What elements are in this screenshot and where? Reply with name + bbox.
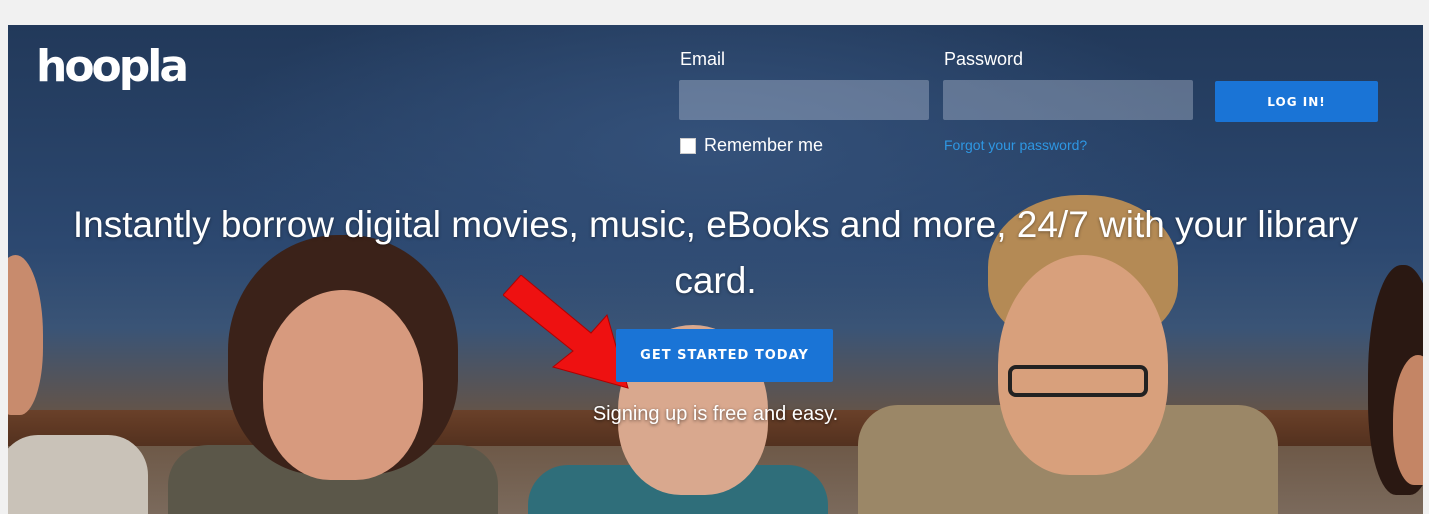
remember-me[interactable]: Remember me	[680, 135, 823, 156]
background-face-woman	[263, 290, 423, 480]
password-input[interactable]	[943, 80, 1193, 120]
password-label: Password	[944, 49, 1024, 69]
get-started-button[interactable]: GET STARTED TODAY	[616, 329, 833, 382]
background-person-left	[8, 435, 148, 514]
remember-me-checkbox[interactable]	[680, 137, 696, 154]
email-input[interactable]	[679, 80, 929, 120]
forgot-password-link[interactable]: Forgot your password?	[944, 137, 1087, 153]
login-button[interactable]: LOG IN!	[1215, 81, 1378, 122]
hero-headline: Instantly borrow digital movies, music, …	[72, 204, 1359, 301]
background-face-left	[8, 255, 43, 415]
hoopla-logo[interactable]: hoopla	[36, 41, 189, 92]
email-label: Email	[680, 49, 726, 69]
glasses-icon	[1008, 365, 1148, 397]
signup-subtext: Signing up is free and easy.	[592, 403, 839, 425]
hero-banner: hoopla Email Password LOG IN! Remember m…	[8, 25, 1423, 514]
remember-me-label: Remember me	[704, 135, 824, 155]
